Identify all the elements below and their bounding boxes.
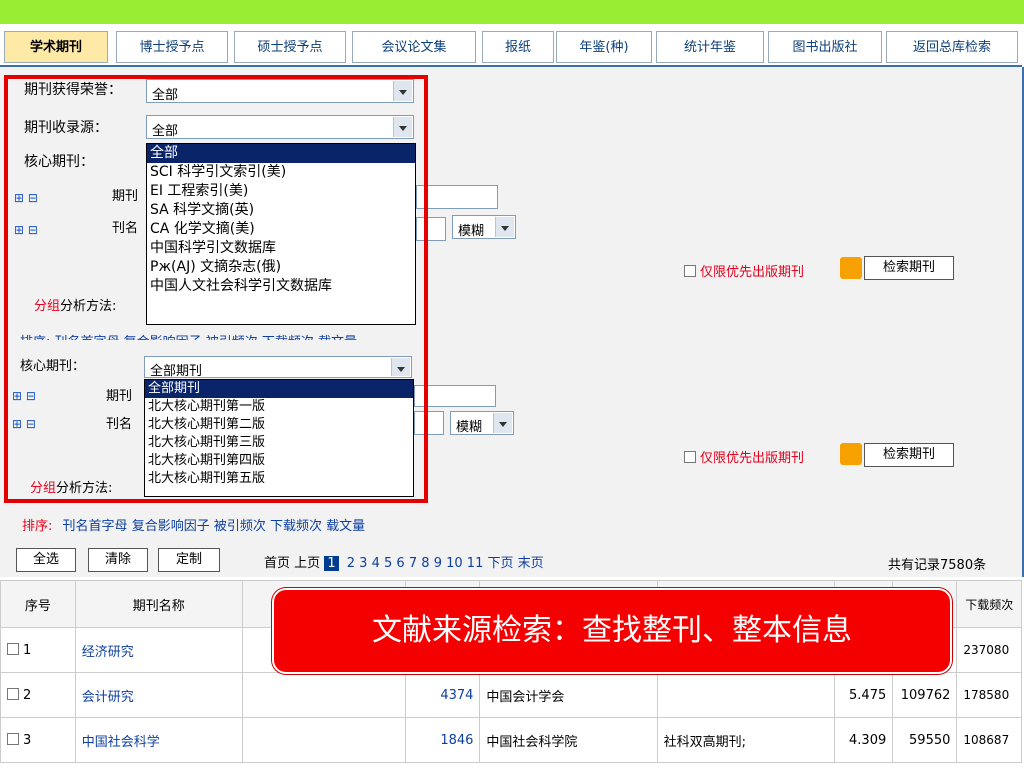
tab-master[interactable]: 硕士授予点 (234, 31, 346, 63)
tab-stat-yearbook[interactable]: 统计年鉴 (656, 31, 764, 63)
priority-label-2: 仅限优先出版期刊 (700, 451, 805, 466)
row-cell (241, 672, 406, 718)
page-link[interactable]: 2 (347, 556, 355, 571)
tab-journals[interactable]: 学术期刊 (4, 31, 108, 63)
checkbox-icon[interactable] (7, 642, 19, 655)
row-count: 1846 (404, 717, 481, 763)
top-banner (0, 0, 1024, 24)
journal-link[interactable]: 会计研究 (82, 690, 134, 705)
page-link[interactable]: 4 (372, 556, 380, 571)
header-name: 期刊名称 (74, 580, 243, 628)
page-link[interactable]: 5 (384, 556, 392, 571)
last-page[interactable]: 末页 (518, 556, 544, 571)
row-factor: 5.475 (833, 672, 894, 718)
row-factor: 4.309 (833, 717, 894, 763)
tab-yearbook[interactable]: 年鉴(种) (556, 31, 652, 63)
sort-label: 排序: (22, 519, 53, 534)
record-count: 共有记录7580条 (888, 558, 987, 573)
select-all-button[interactable]: 全选 (16, 548, 76, 572)
prev-page[interactable]: 上页 (294, 556, 320, 571)
row-cites: 59550 (892, 717, 958, 763)
row-downloads: 108687 (956, 717, 1022, 763)
page-link[interactable]: 9 (434, 556, 442, 571)
search-journal-button[interactable]: 检索期刊 (864, 256, 954, 280)
row-cites: 109762 (892, 672, 958, 718)
page-link[interactable]: 3 (359, 556, 367, 571)
row-no[interactable]: 2 (0, 672, 76, 718)
page-link[interactable]: 11 (467, 556, 484, 571)
search-icon (840, 443, 862, 465)
page-link[interactable]: 6 (396, 556, 404, 571)
tab-conference[interactable]: 会议论文集 (352, 31, 476, 63)
next-page[interactable]: 下页 (487, 556, 513, 571)
tab-phd[interactable]: 博士授予点 (116, 31, 228, 63)
priority-option[interactable]: 仅限优先出版期刊 (684, 261, 804, 280)
row-no[interactable]: 1 (0, 627, 76, 673)
checkbox-icon[interactable] (684, 451, 696, 463)
priority-option-2[interactable]: 仅限优先出版期刊 (684, 447, 804, 466)
search-icon (840, 257, 862, 279)
custom-button[interactable]: 定制 (158, 548, 220, 572)
pager: 首页 上页 1 2 3 4 5 6 7 8 9 10 11 下页 末页 (264, 552, 544, 571)
checkbox-icon[interactable] (684, 265, 696, 277)
chevron-down-icon (495, 217, 514, 237)
row-cell (241, 717, 406, 763)
match-value: 模糊 (458, 224, 485, 239)
row-tag: 社科双高期刊; (656, 717, 835, 763)
clear-button[interactable]: 清除 (88, 548, 148, 572)
match-select-2[interactable]: 模糊 (450, 411, 514, 435)
field1-input[interactable] (416, 185, 498, 209)
header-no: 序号 (0, 580, 76, 628)
page-link[interactable]: 7 (409, 556, 417, 571)
journal-link[interactable]: 中国社会科学 (82, 735, 160, 750)
table-row: 2 会计研究 4374 中国会计学会 5.475 109762 178580 (0, 672, 1022, 718)
match-select[interactable]: 模糊 (452, 215, 516, 239)
sort-by-title[interactable]: 刊名首字母 (63, 519, 128, 534)
match-value-2: 模糊 (456, 420, 483, 435)
row-no-value: 3 (23, 732, 32, 748)
tab-publisher[interactable]: 图书出版社 (768, 31, 882, 63)
row-org: 中国社会科学院 (479, 717, 658, 763)
row-downloads: 178580 (956, 672, 1022, 718)
row-name: 会计研究 (74, 672, 243, 718)
table-row: 3 中国社会科学 1846 中国社会科学院 社科双高期刊; 4.309 5955… (0, 717, 1022, 763)
page-link[interactable]: 10 (446, 556, 463, 571)
search-journal-button-2[interactable]: 检索期刊 (864, 443, 954, 467)
sort-by-downloads[interactable]: 下载频次 (270, 519, 322, 534)
row-count: 4374 (404, 672, 481, 718)
row-no-value: 1 (23, 642, 32, 658)
chevron-down-icon (493, 413, 512, 433)
current-page: 1 (324, 556, 339, 571)
header-downloads: 下载频次 (956, 580, 1022, 628)
page-link[interactable]: 8 (421, 556, 429, 571)
checkbox-icon[interactable] (7, 687, 19, 700)
row-name: 经济研究 (74, 627, 243, 673)
sort-by-citations[interactable]: 被引频次 (214, 519, 266, 534)
checkbox-icon[interactable] (7, 732, 19, 745)
row-downloads: 237080 (956, 627, 1022, 673)
row-no[interactable]: 3 (0, 717, 76, 763)
sort-row: 排序: 刊名首字母 复合影响因子 被引频次 下载频次 载文量 (22, 515, 365, 534)
tab-bar: 学术期刊 博士授予点 硕士授予点 会议论文集 报纸 年鉴(种) 统计年鉴 图书出… (4, 31, 1020, 65)
tab-newspaper[interactable]: 报纸 (482, 31, 554, 63)
callout-banner: 文献来源检索：查找整刊、整本信息 (272, 588, 952, 674)
highlight-frame (4, 75, 428, 503)
priority-label: 仅限优先出版期刊 (700, 265, 805, 280)
sort-by-impact[interactable]: 复合影响因子 (132, 519, 210, 534)
journal-link[interactable]: 经济研究 (82, 645, 134, 660)
row-org: 中国会计学会 (479, 672, 658, 718)
row-name: 中国社会科学 (74, 717, 243, 763)
sort-by-articles[interactable]: 载文量 (326, 519, 365, 534)
row-no-value: 2 (23, 687, 32, 703)
row-tag (656, 672, 835, 718)
tab-back-search[interactable]: 返回总库检索 (886, 31, 1018, 63)
first-page[interactable]: 首页 (264, 556, 290, 571)
